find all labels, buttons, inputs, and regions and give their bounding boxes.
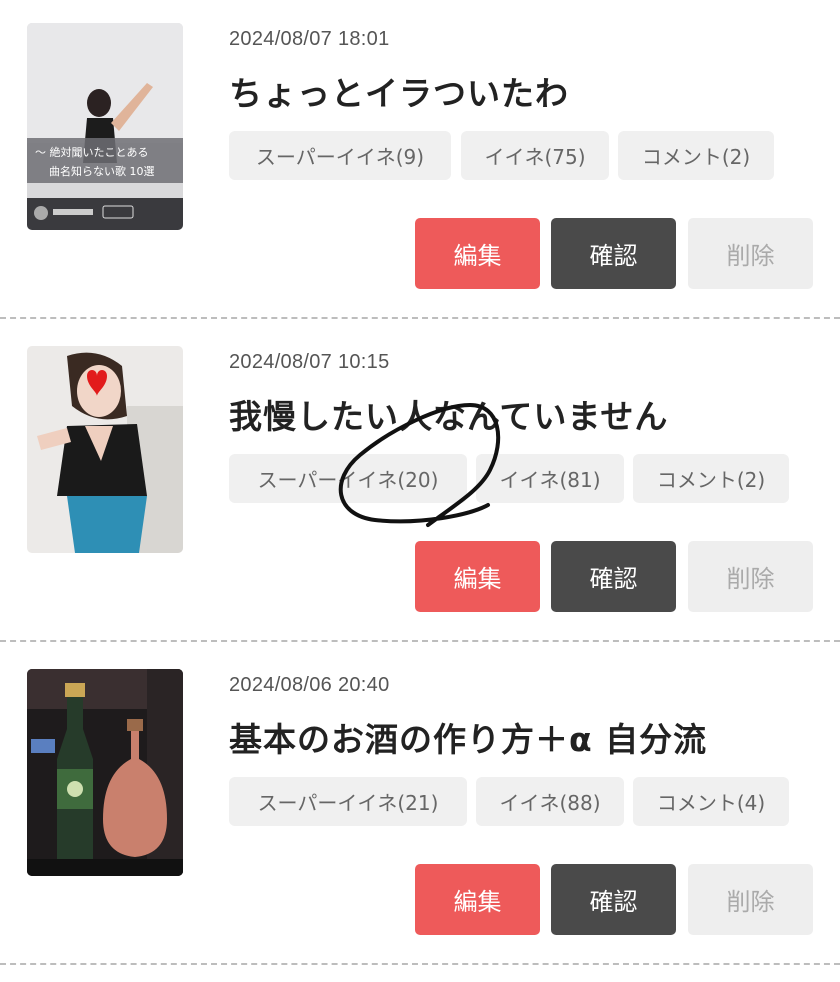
comment-count: コメント(4) (633, 777, 789, 826)
delete-button[interactable]: 削除 (688, 541, 813, 612)
confirm-button[interactable]: 確認 (551, 218, 676, 289)
divider (0, 640, 840, 642)
divider (0, 963, 840, 965)
thumbnail-image: 〜 絶対聞いたことある 曲名知らない歌 10選 (27, 23, 183, 230)
post-date: 2024/08/07 18:01 (229, 28, 390, 50)
post-thumbnail[interactable]: 〜 絶対聞いたことある 曲名知らない歌 10選 (27, 23, 183, 230)
post-thumbnail[interactable] (27, 669, 183, 876)
divider (0, 317, 840, 319)
like-count: イイネ(88) (476, 777, 624, 826)
post-title[interactable]: 我慢したい人なんていません (229, 390, 668, 438)
confirm-button[interactable]: 確認 (551, 541, 676, 612)
edit-button[interactable]: 編集 (415, 541, 540, 612)
super-like-count: スーパーイイネ(20) (229, 454, 467, 503)
comment-count: コメント(2) (618, 131, 774, 180)
thumbnail-image (27, 669, 183, 876)
edit-button[interactable]: 編集 (415, 864, 540, 935)
post-thumbnail[interactable] (27, 346, 183, 553)
comment-count: コメント(2) (633, 454, 789, 503)
thumbnail-caption-line2: 曲名知らない歌 10選 (49, 164, 155, 178)
thumbnail-caption-line1: 〜 絶対聞いたことある (35, 145, 149, 159)
post-title[interactable]: 基本のお酒の作り方＋α 自分流 (229, 713, 707, 761)
confirm-button[interactable]: 確認 (551, 864, 676, 935)
super-like-count: スーパーイイネ(21) (229, 777, 467, 826)
thumbnail-image (27, 346, 183, 553)
super-like-count: スーパーイイネ(9) (229, 131, 451, 180)
delete-button[interactable]: 削除 (688, 218, 813, 289)
delete-button[interactable]: 削除 (688, 864, 813, 935)
post-title[interactable]: ちょっとイラついたわ (229, 67, 569, 115)
post-date: 2024/08/06 20:40 (229, 674, 390, 696)
edit-button[interactable]: 編集 (415, 218, 540, 289)
post-date: 2024/08/07 10:15 (229, 351, 390, 373)
like-count: イイネ(75) (461, 131, 609, 180)
like-count: イイネ(81) (476, 454, 624, 503)
